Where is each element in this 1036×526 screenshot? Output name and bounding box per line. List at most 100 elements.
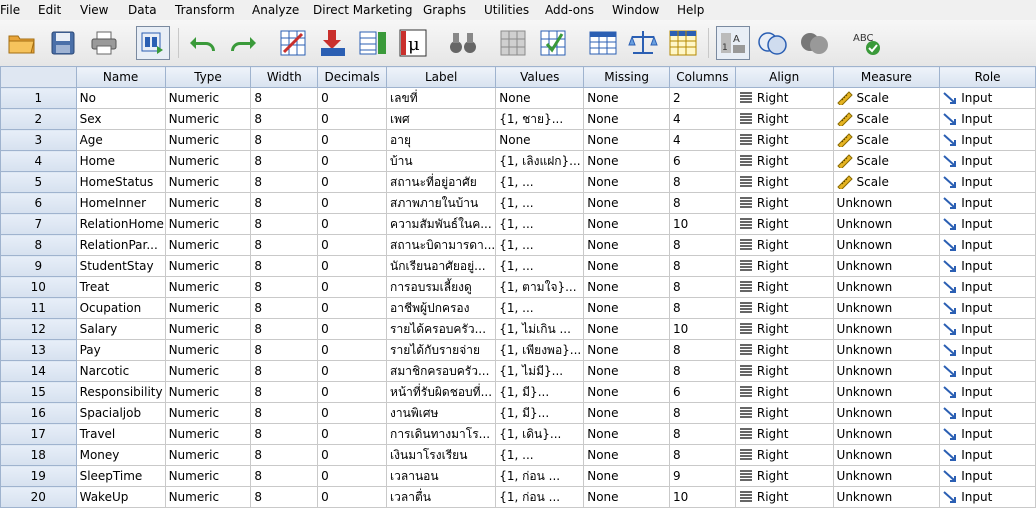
name-cell[interactable]: Narcotic [75, 360, 166, 382]
values-cell[interactable]: None [495, 129, 585, 151]
type-cell[interactable]: Numeric [164, 171, 252, 193]
undo-icon[interactable] [186, 26, 220, 60]
columns-cell[interactable]: 8 [668, 339, 736, 361]
align-cell[interactable]: Right [734, 297, 834, 319]
label-cell[interactable]: เลขที่ [386, 87, 497, 109]
align-cell[interactable]: Right [734, 381, 834, 403]
decimals-cell[interactable]: 0 [317, 150, 388, 172]
decimals-cell[interactable]: 0 [317, 255, 388, 277]
label-cell[interactable]: การเดินทางมาโร... [386, 423, 497, 445]
columns-cell[interactable]: 10 [668, 213, 736, 235]
missing-cell[interactable]: None [583, 402, 670, 424]
width-cell[interactable]: 8 [250, 87, 319, 109]
measure-cell[interactable]: Unknown [832, 465, 941, 487]
align-cell[interactable]: Right [734, 108, 834, 130]
header-values[interactable]: Values [495, 66, 585, 88]
name-cell[interactable]: HomeStatus [75, 171, 166, 193]
menu-graphs[interactable]: Graphs [423, 0, 484, 20]
decimals-cell[interactable]: 0 [317, 360, 388, 382]
insert-variable-icon[interactable] [536, 26, 570, 60]
type-cell[interactable]: Numeric [164, 360, 252, 382]
name-cell[interactable]: WakeUp [75, 486, 166, 508]
role-cell[interactable]: Input [939, 192, 1036, 214]
decimals-cell[interactable]: 0 [317, 234, 388, 256]
row-number[interactable]: 15 [0, 381, 77, 403]
decimals-cell[interactable]: 0 [317, 381, 388, 403]
decimals-cell[interactable]: 0 [317, 171, 388, 193]
type-cell[interactable]: Numeric [164, 465, 252, 487]
label-cell[interactable]: การอบรมเลี้ยงดู [386, 276, 497, 298]
role-cell[interactable]: Input [939, 318, 1036, 340]
columns-cell[interactable]: 8 [668, 255, 736, 277]
name-cell[interactable]: HomeInner [75, 192, 166, 214]
width-cell[interactable]: 8 [250, 297, 319, 319]
header-columns[interactable]: Columns [668, 66, 736, 88]
row-number[interactable]: 13 [0, 339, 77, 361]
value-labels-icon[interactable]: 1A [716, 26, 750, 60]
name-cell[interactable]: SleepTime [75, 465, 166, 487]
missing-cell[interactable]: None [583, 129, 670, 151]
columns-cell[interactable]: 4 [668, 129, 736, 151]
measure-cell[interactable]: Scale [832, 129, 941, 151]
columns-cell[interactable]: 8 [668, 423, 736, 445]
menu-analyze[interactable]: Analyze [252, 0, 313, 20]
row-number[interactable]: 1 [0, 87, 77, 109]
measure-cell[interactable]: Unknown [832, 444, 941, 466]
type-cell[interactable]: Numeric [164, 444, 252, 466]
role-cell[interactable]: Input [939, 423, 1036, 445]
open-folder-icon[interactable] [5, 26, 39, 60]
missing-cell[interactable]: None [583, 171, 670, 193]
redo-icon[interactable] [226, 26, 260, 60]
decimals-cell[interactable]: 0 [317, 465, 388, 487]
measure-cell[interactable]: Unknown [832, 402, 941, 424]
columns-cell[interactable]: 8 [668, 402, 736, 424]
columns-cell[interactable]: 8 [668, 171, 736, 193]
menu-data[interactable]: Data [128, 0, 175, 20]
width-cell[interactable]: 8 [250, 423, 319, 445]
row-number[interactable]: 5 [0, 171, 77, 193]
role-cell[interactable]: Input [939, 213, 1036, 235]
measure-cell[interactable]: Unknown [832, 360, 941, 382]
name-cell[interactable]: RelationPar... [75, 234, 166, 256]
print-icon[interactable] [87, 26, 121, 60]
values-cell[interactable]: {1, มี}... [495, 402, 585, 424]
missing-cell[interactable]: None [583, 318, 670, 340]
align-cell[interactable]: Right [734, 276, 834, 298]
row-number[interactable]: 19 [0, 465, 77, 487]
find-icon[interactable] [446, 26, 480, 60]
row-number[interactable]: 9 [0, 255, 77, 277]
role-cell[interactable]: Input [939, 444, 1036, 466]
header-width[interactable]: Width [250, 66, 319, 88]
measure-cell[interactable]: Scale [832, 150, 941, 172]
values-cell[interactable]: {1, ... [495, 444, 585, 466]
label-cell[interactable]: สมาชิกครอบครัว... [386, 360, 497, 382]
values-cell[interactable]: {1, ... [495, 192, 585, 214]
columns-cell[interactable]: 9 [668, 465, 736, 487]
missing-cell[interactable]: None [583, 465, 670, 487]
label-cell[interactable]: เวลาตื่น [386, 486, 497, 508]
columns-cell[interactable]: 6 [668, 381, 736, 403]
align-cell[interactable]: Right [734, 486, 834, 508]
measure-cell[interactable]: Unknown [832, 192, 941, 214]
name-cell[interactable]: Spacialjob [75, 402, 166, 424]
columns-cell[interactable]: 10 [668, 486, 736, 508]
type-cell[interactable]: Numeric [164, 486, 252, 508]
select-cases-icon[interactable] [666, 26, 700, 60]
measure-cell[interactable]: Unknown [832, 213, 941, 235]
label-cell[interactable]: อาชีพผู้ปกครอง [386, 297, 497, 319]
name-cell[interactable]: Travel [75, 423, 166, 445]
align-cell[interactable]: Right [734, 192, 834, 214]
variables-icon[interactable] [356, 26, 390, 60]
role-cell[interactable]: Input [939, 339, 1036, 361]
row-number[interactable]: 10 [0, 276, 77, 298]
decimals-cell[interactable]: 0 [317, 423, 388, 445]
width-cell[interactable]: 8 [250, 213, 319, 235]
values-cell[interactable]: {1, ... [495, 213, 585, 235]
header-align[interactable]: Align [734, 66, 834, 88]
menu-file[interactable]: File [0, 0, 38, 20]
width-cell[interactable]: 8 [250, 465, 319, 487]
dialog-recall-icon[interactable] [136, 26, 170, 60]
measure-cell[interactable]: Unknown [832, 381, 941, 403]
type-cell[interactable]: Numeric [164, 339, 252, 361]
go-to-variable-icon[interactable] [316, 26, 350, 60]
